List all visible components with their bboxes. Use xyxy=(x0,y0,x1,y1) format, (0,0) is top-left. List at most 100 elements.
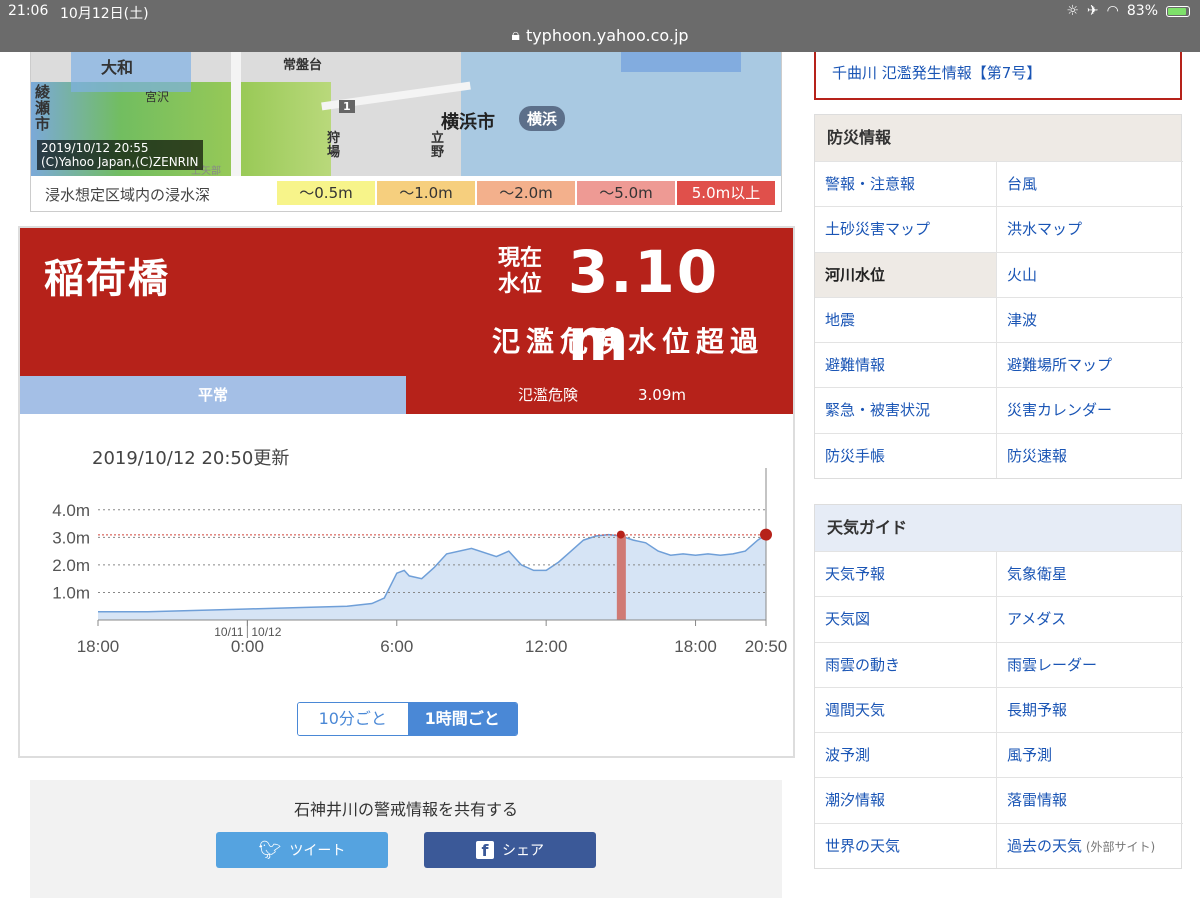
lock-icon: 🔒︎ xyxy=(511,25,520,44)
weather-menu-item[interactable]: 雨雲レーダー xyxy=(997,641,1183,687)
flood-map[interactable]: 大和 綾瀬市 宮沢 常盤台 狩場 立野 上矢部 1 横浜市 横浜 2019/10… xyxy=(30,52,782,176)
bousai-menu-item[interactable]: 火山 xyxy=(997,251,1183,297)
bousai-menu-item[interactable]: 災害カレンダー xyxy=(997,387,1183,432)
map-city-label: 横浜市 xyxy=(441,112,495,133)
weather-menu-item[interactable]: 天気図 xyxy=(815,596,997,642)
date-mark-label: 10/12 xyxy=(251,625,281,639)
bousai-menu-item[interactable]: 避難情報 xyxy=(815,342,997,388)
toggle-10min[interactable]: 10分ごと xyxy=(298,703,408,735)
status-date: 10月12日(土) xyxy=(60,6,149,22)
water-level-chart: 1.0m 2.0m 3.0m 4.0m 18:00 0:00 6:00 12:00 18:00 2… xyxy=(52,468,788,656)
danger-segment: 氾濫危険 3.09m xyxy=(406,376,793,414)
current-level-label: 現在 水位 xyxy=(498,246,542,298)
flood-alert-box: 千曲川 氾濫発生情報【第7号】 xyxy=(814,52,1182,100)
tweet-button[interactable]: 🐦︎ ツイート xyxy=(216,832,388,868)
normal-segment: 平常 xyxy=(20,376,406,414)
map-label: 立野 xyxy=(431,131,445,160)
flood-depth-legend: 浸水想定区域内の浸水深 ～0.5m ～1.0m ～2.0m ～5.0m 5.0m… xyxy=(30,176,782,212)
share-box: 石神井川の警戒情報を共有する 🐦︎ ツイート f シェア xyxy=(30,780,782,898)
weather-menu-item[interactable]: 波予測 xyxy=(815,732,997,778)
danger-value: 3.09m xyxy=(638,386,687,404)
weather-menu-item[interactable]: 週間天気 xyxy=(815,686,997,733)
weather-menu-item[interactable]: 天気予報 xyxy=(815,551,997,597)
status-time: 21:06 xyxy=(8,3,49,19)
bousai-menu-title: 防災情報 xyxy=(815,115,1181,161)
facebook-icon: f xyxy=(476,841,494,860)
y-tick-label: 4.0m xyxy=(52,501,90,520)
weather-menu-item[interactable]: 風予測 xyxy=(997,732,1183,777)
peak-marker xyxy=(616,530,625,539)
weather-menu-item[interactable]: 雨雲の動き xyxy=(815,641,997,687)
station-name: 稲荷橋 xyxy=(44,256,170,302)
interval-toggle[interactable]: 10分ごと 1時間ごと xyxy=(297,702,518,736)
level-area xyxy=(98,534,766,620)
bousai-menu-item[interactable]: 津波 xyxy=(997,296,1183,342)
weather-menu-item[interactable]: 落雷情報 xyxy=(997,777,1183,822)
map-label: 狩場 xyxy=(327,131,341,160)
water-level-panel: 稲荷橋 現在 水位 3.10 m 氾濫危険水位超過 平常 氾濫危険 3.09m … xyxy=(18,226,795,758)
map-copyright: (C)Yahoo Japan,(C)ZENRIN xyxy=(41,155,199,169)
bousai-menu-item[interactable]: 洪水マップ xyxy=(997,206,1183,251)
airplane-icon: ✈ xyxy=(1086,3,1099,19)
weather-menu-item[interactable]: 過去の天気 (外部サイト) xyxy=(997,822,1183,868)
weather-menu-item[interactable]: 潮汐情報 xyxy=(815,777,997,823)
legend-item: ～5.0m xyxy=(577,181,675,205)
weather-menu-item[interactable]: 気象衛星 xyxy=(997,551,1183,596)
peak-bar xyxy=(616,534,626,620)
legend-item: ～2.0m xyxy=(477,181,575,205)
weather-menu-item[interactable]: 世界の天気 xyxy=(815,822,997,869)
legend-item: ～0.5m xyxy=(277,181,375,205)
route-badge: 1 xyxy=(339,100,355,113)
current-level-marker xyxy=(760,528,772,541)
x-tick-label: 0:00 xyxy=(231,637,264,656)
share-label: シェア xyxy=(502,843,544,859)
level-threshold-bar: 平常 氾濫危険 3.09m xyxy=(20,376,793,414)
weather-menu-title: 天気ガイド xyxy=(815,505,1181,551)
bousai-menu-item[interactable]: 防災速報 xyxy=(997,432,1183,478)
toggle-1hour[interactable]: 1時間ごと xyxy=(407,703,517,735)
facebook-share-button[interactable]: f シェア xyxy=(424,832,596,868)
map-label: 常盤台 xyxy=(283,58,323,73)
tweet-label: ツイート xyxy=(289,843,346,859)
external-site-note: (外部サイト) xyxy=(1082,839,1156,854)
bousai-menu-item[interactable]: 避難場所マップ xyxy=(997,342,1183,387)
battery-percent: 83% xyxy=(1126,3,1158,19)
y-tick-label: 1.0m xyxy=(52,583,90,602)
wifi-icon: ◠ xyxy=(1106,3,1119,19)
bousai-menu-item[interactable]: 緊急・被害状況 xyxy=(815,387,997,433)
y-tick-label: 3.0m xyxy=(52,528,90,547)
bousai-menu: 防災情報 警報・注意報 台風 土砂災害マップ 洪水マップ 河川水位 火山 地震 津波 避難情報避… xyxy=(814,114,1183,480)
share-title: 石神井川の警戒情報を共有する xyxy=(293,800,518,819)
x-tick-label: 20:50 xyxy=(745,637,788,656)
status-bar: 21:06 10月12日(土) ☼ ✈ ◠ 83% xyxy=(0,0,1200,22)
weather-menu-item[interactable]: アメダス xyxy=(997,596,1183,641)
url-bar[interactable]: 🔒︎ typhoon.yahoo.co.jp xyxy=(0,22,1200,52)
bousai-menu-item[interactable]: 警報・注意報 xyxy=(815,161,997,207)
bousai-menu-item[interactable]: 防災手帳 xyxy=(815,432,997,479)
url-text: typhoon.yahoo.co.jp xyxy=(525,25,689,45)
bousai-menu-item[interactable]: 台風 xyxy=(997,161,1183,206)
map-label: 綾瀬市 xyxy=(35,83,51,133)
weather-guide-menu: 天気ガイド 天気予報 気象衛星 天気図 アメダス 雨雲の動き 雨雲レーダー 週間天気 長期予報… xyxy=(814,504,1183,870)
legend-item: 5.0m以上 xyxy=(677,181,775,205)
map-label: 宮沢 xyxy=(145,90,170,104)
legend-title: 浸水想定区域内の浸水深 xyxy=(45,186,211,204)
bousai-menu-item[interactable]: 地震 xyxy=(815,296,997,343)
alert-link[interactable]: 千曲川 氾濫発生情報【第7号】 xyxy=(832,62,1041,83)
bousai-menu-item[interactable]: 河川水位 xyxy=(815,251,997,297)
current-label-line1: 現在 xyxy=(498,246,543,271)
danger-label: 氾濫危険 xyxy=(518,386,579,404)
x-tick-label: 12:00 xyxy=(525,637,568,656)
brightness-icon: ☼ xyxy=(1066,3,1079,19)
battery-icon xyxy=(1166,5,1190,17)
y-tick-label: 2.0m xyxy=(52,556,90,575)
map-label: 大和 xyxy=(101,58,134,77)
bousai-menu-item[interactable]: 土砂災害マップ xyxy=(815,206,997,252)
chart-updated-time: 2019/10/12 20:50更新 xyxy=(92,448,290,469)
water-level-header: 稲荷橋 現在 水位 3.10 m 氾濫危険水位超過 xyxy=(20,228,793,376)
weather-menu-item[interactable]: 長期予報 xyxy=(997,686,1183,732)
legend-item: ～1.0m xyxy=(377,181,475,205)
map-stamp: 2019/10/12 20:55 (C)Yahoo Japan,(C)ZENRI… xyxy=(37,140,203,170)
current-label-line2: 水位 xyxy=(498,272,543,297)
x-tick-label: 6:00 xyxy=(380,637,413,656)
